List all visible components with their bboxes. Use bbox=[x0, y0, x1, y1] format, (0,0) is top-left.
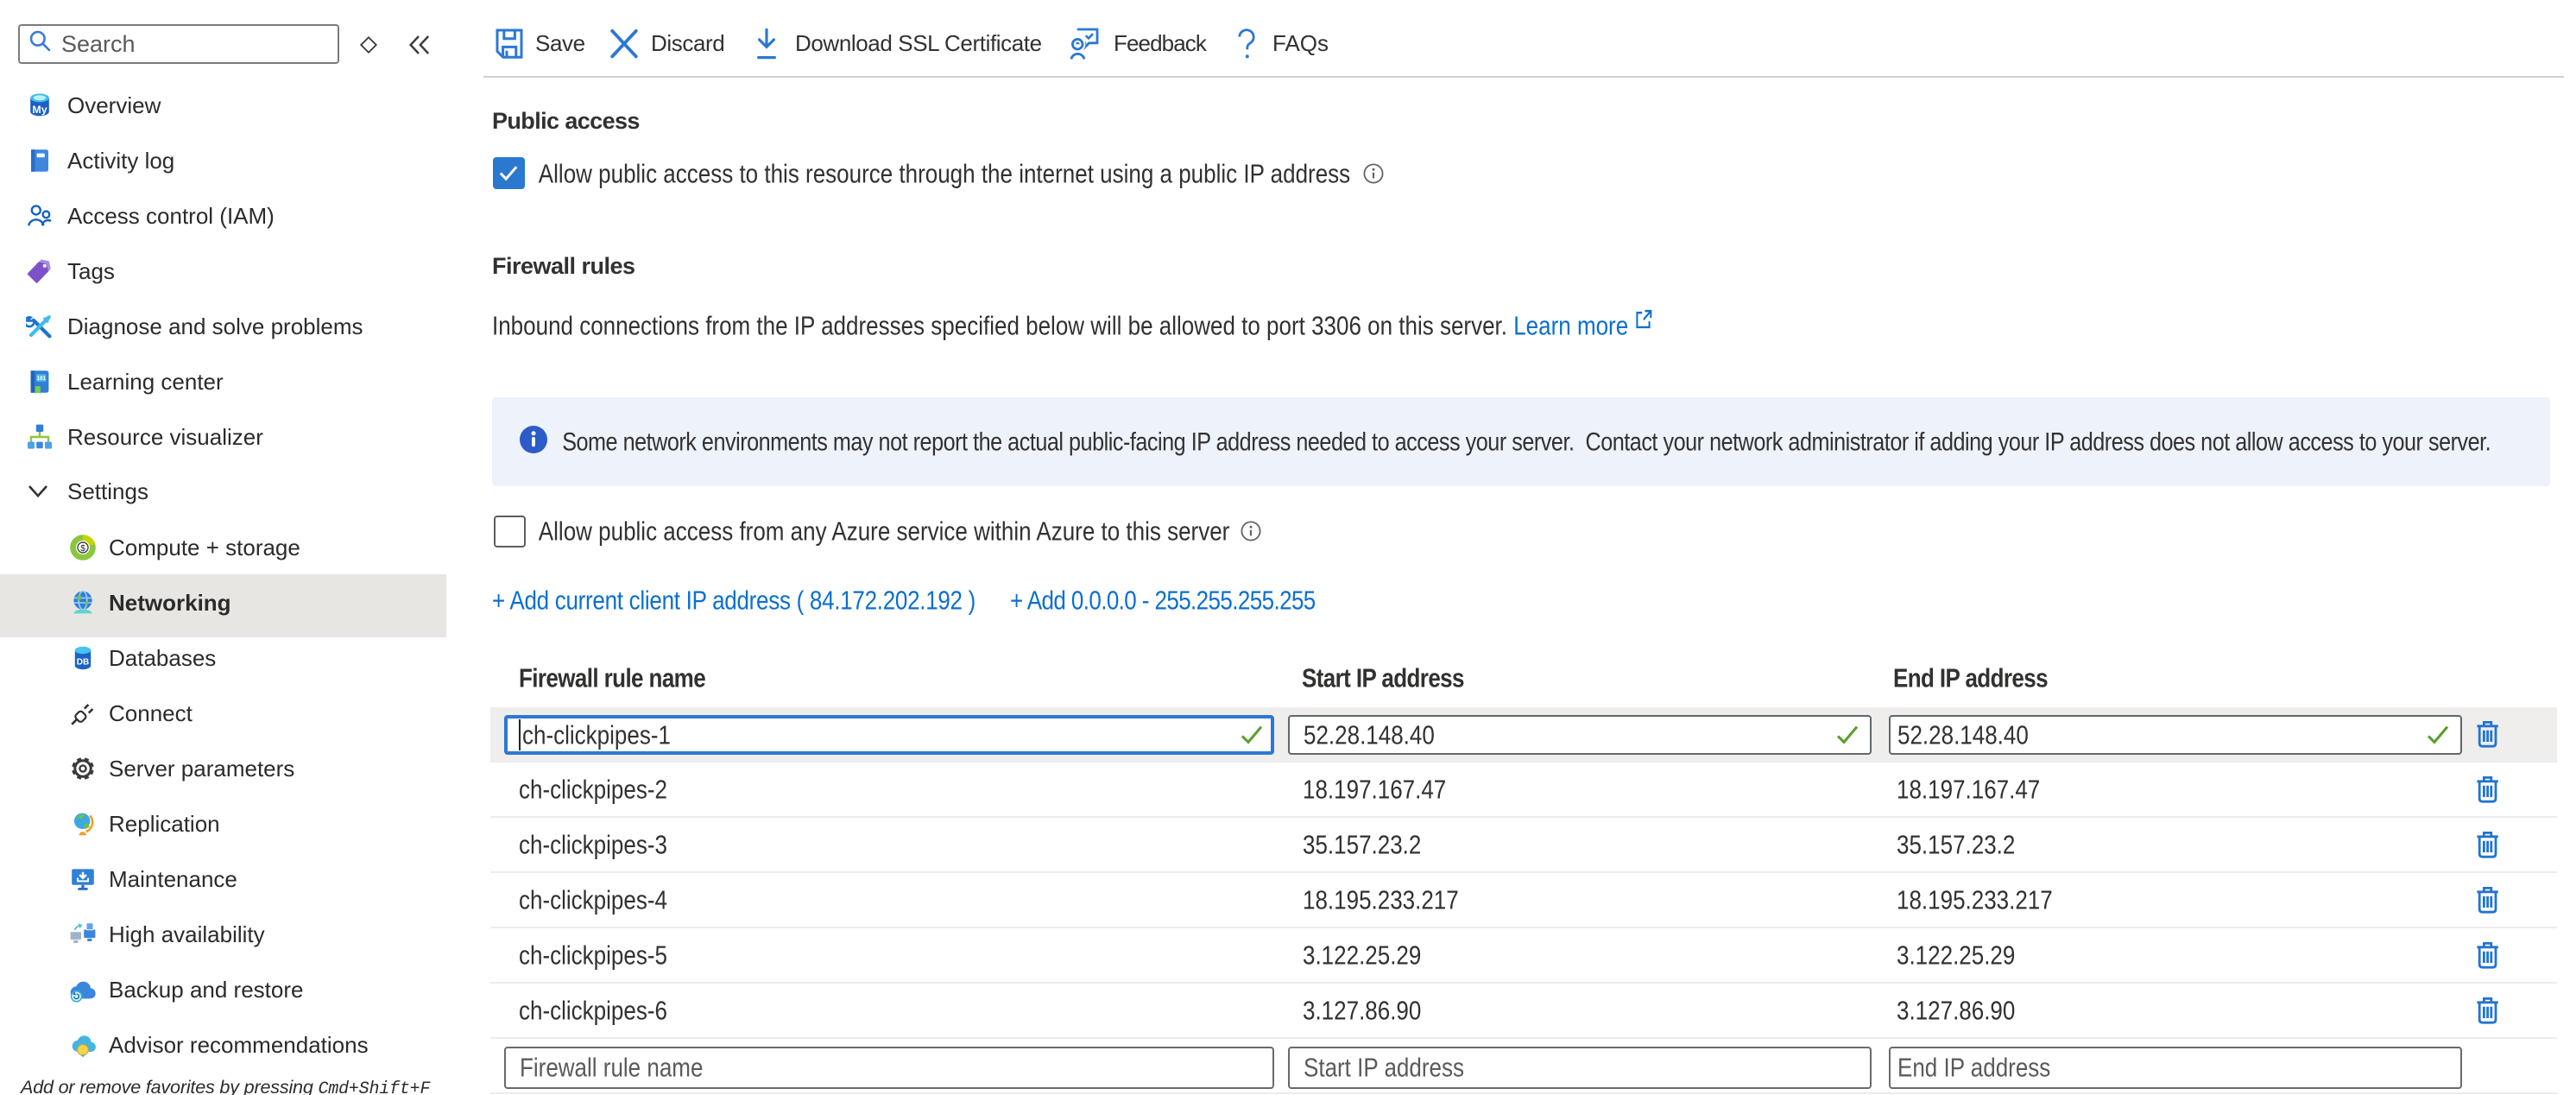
svg-text:DB: DB bbox=[77, 658, 89, 668]
svg-text:$: $ bbox=[80, 544, 85, 554]
svg-text:101: 101 bbox=[36, 376, 46, 382]
svg-text:My: My bbox=[32, 104, 47, 116]
